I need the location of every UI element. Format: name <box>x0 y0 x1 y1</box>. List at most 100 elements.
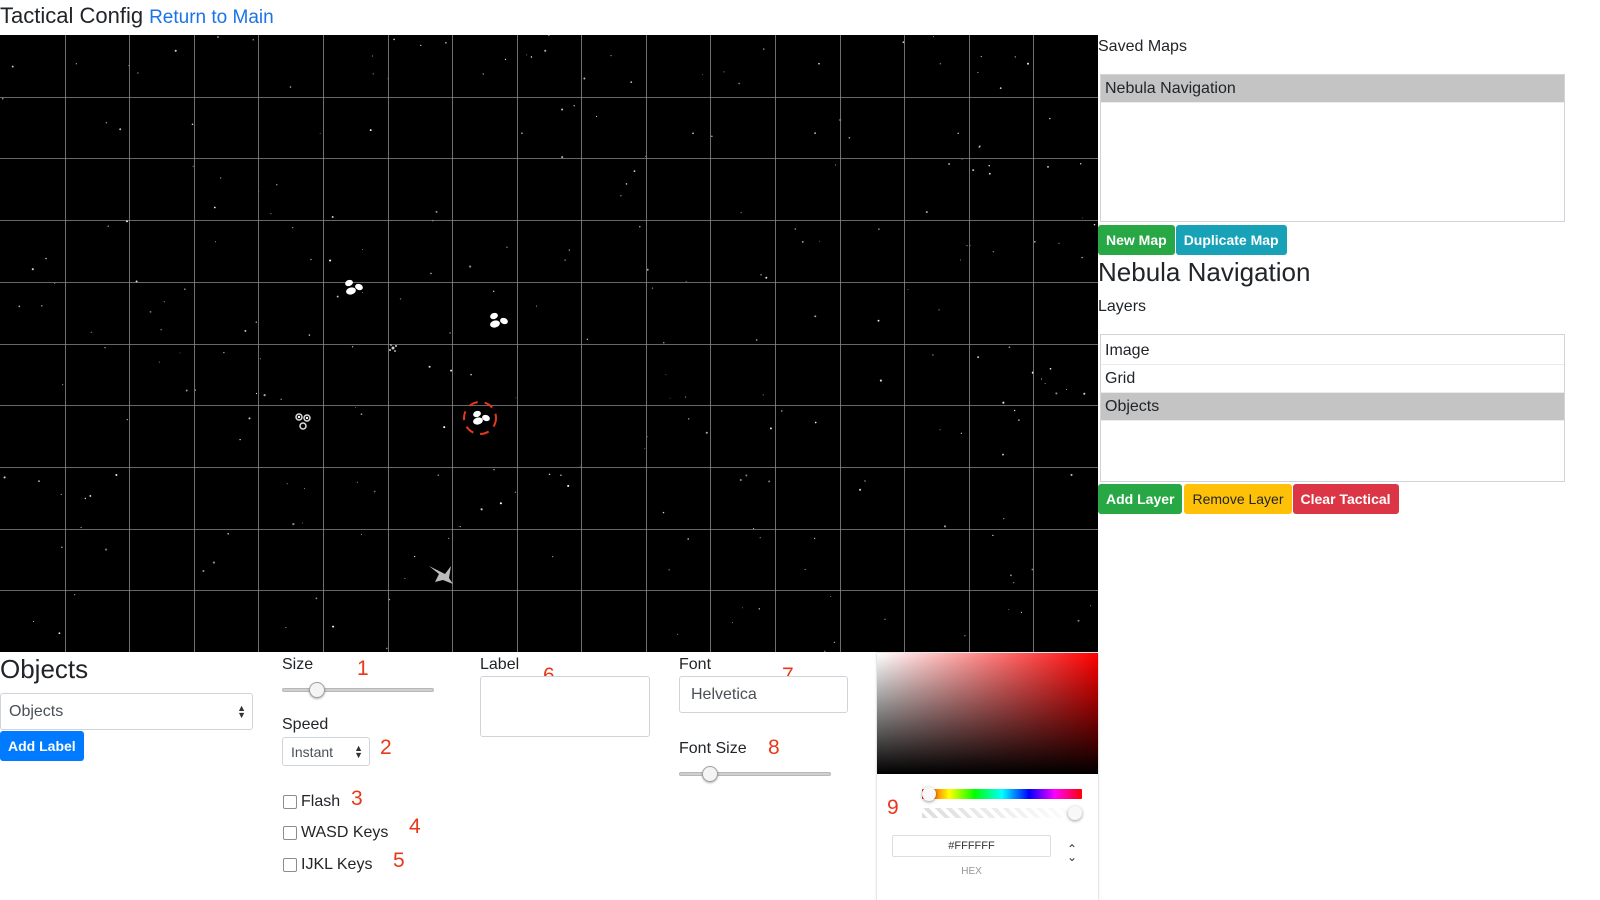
star <box>89 494 92 497</box>
star <box>303 488 305 490</box>
star <box>80 526 82 529</box>
add-label-button[interactable]: Add Label <box>0 731 84 761</box>
star <box>90 331 92 333</box>
star <box>939 429 941 431</box>
star <box>149 310 152 313</box>
ship-icon[interactable] <box>489 312 509 329</box>
ship-icon[interactable] <box>295 413 311 430</box>
size-slider[interactable] <box>282 682 434 698</box>
star <box>552 555 554 558</box>
layer-item-objects[interactable]: Objects <box>1101 393 1564 421</box>
star <box>329 259 332 262</box>
star <box>302 522 304 524</box>
ship-icon[interactable] <box>344 279 364 296</box>
tactical-map-canvas[interactable] <box>0 35 1098 652</box>
star <box>41 305 43 307</box>
star <box>223 351 225 354</box>
fighter-icon[interactable] <box>429 566 453 584</box>
saved-maps-list[interactable]: Nebula Navigation <box>1100 74 1565 222</box>
star <box>469 265 472 268</box>
star <box>18 305 21 308</box>
star <box>351 346 354 348</box>
star <box>1083 392 1086 395</box>
star <box>105 548 108 551</box>
star <box>332 625 335 628</box>
star <box>194 389 196 391</box>
star <box>450 369 453 372</box>
star <box>884 618 886 621</box>
objects-layer-select[interactable]: Objects ▲ ▼ <box>0 693 253 730</box>
selected-ship-icon[interactable] <box>463 401 497 435</box>
annotation-4: 4 <box>409 815 421 838</box>
star <box>399 298 402 300</box>
layer-item-image[interactable]: Image <box>1101 337 1564 365</box>
alpha-slider[interactable] <box>922 806 1082 820</box>
hue-slider-handle[interactable] <box>922 787 936 801</box>
star <box>1081 217 1083 219</box>
star <box>1077 619 1080 622</box>
debris-icon[interactable] <box>389 344 397 352</box>
size-slider-thumb[interactable] <box>309 682 326 698</box>
objects-heading: Objects <box>0 654 89 684</box>
star <box>219 177 222 179</box>
saved-maps-label: Saved Maps <box>1098 38 1187 55</box>
ijkl-keys-checkbox[interactable] <box>283 858 297 872</box>
clear-tactical-button[interactable]: Clear Tactical <box>1292 484 1399 514</box>
star <box>255 392 258 395</box>
star <box>105 121 108 124</box>
star <box>932 354 934 356</box>
star <box>185 389 188 392</box>
annotation-9: 9 <box>887 796 899 819</box>
layers-list[interactable]: Image Grid Objects <box>1100 334 1565 482</box>
star <box>814 132 816 135</box>
font-size-slider-thumb[interactable] <box>702 766 719 782</box>
saturation-area[interactable] <box>877 653 1098 774</box>
star <box>758 608 761 610</box>
font-input[interactable]: Helvetica <box>679 676 848 713</box>
size-label: Size <box>282 656 314 673</box>
wasd-keys-label: WASD Keys <box>301 824 389 841</box>
star <box>449 332 451 334</box>
star <box>360 413 363 415</box>
layer-item-grid[interactable]: Grid <box>1101 365 1564 393</box>
star <box>291 226 294 229</box>
star <box>270 213 272 215</box>
hue-slider[interactable] <box>922 787 1082 801</box>
star <box>992 250 995 253</box>
font-size-slider[interactable] <box>679 766 831 782</box>
star <box>943 525 947 528</box>
star <box>732 622 733 624</box>
format-toggle-icon[interactable]: ⌃ ⌄ <box>1067 843 1077 863</box>
star <box>663 342 665 344</box>
star <box>213 206 216 209</box>
star <box>137 72 139 74</box>
remove-layer-button[interactable]: Remove Layer <box>1184 484 1292 514</box>
star <box>579 465 581 467</box>
duplicate-map-button[interactable]: Duplicate Map <box>1175 225 1287 255</box>
hex-input[interactable]: #FFFFFF <box>892 835 1051 857</box>
saved-map-item-nebula-navigation[interactable]: Nebula Navigation <box>1101 75 1564 103</box>
return-to-main-link[interactable]: Return to Main <box>149 7 274 29</box>
flash-checkbox[interactable] <box>283 795 297 809</box>
star <box>371 55 373 57</box>
star <box>957 132 959 135</box>
star <box>74 594 76 596</box>
star <box>493 290 495 292</box>
star <box>939 63 942 65</box>
star <box>633 170 636 172</box>
star <box>864 480 866 482</box>
label-textarea[interactable] <box>480 676 650 737</box>
speed-select[interactable]: Instant ▲ ▼ <box>282 737 370 766</box>
star <box>504 58 507 61</box>
star <box>586 338 589 340</box>
new-map-button[interactable]: New Map <box>1098 225 1175 255</box>
add-layer-button[interactable]: Add Layer <box>1098 484 1183 514</box>
alpha-slider-handle[interactable] <box>1068 806 1082 820</box>
star <box>1002 453 1004 456</box>
star <box>308 334 311 336</box>
header: Tactical Config Return to Main <box>0 0 274 34</box>
wasd-keys-checkbox[interactable] <box>283 826 297 840</box>
star <box>420 44 422 47</box>
star <box>227 532 230 535</box>
star <box>740 212 742 214</box>
